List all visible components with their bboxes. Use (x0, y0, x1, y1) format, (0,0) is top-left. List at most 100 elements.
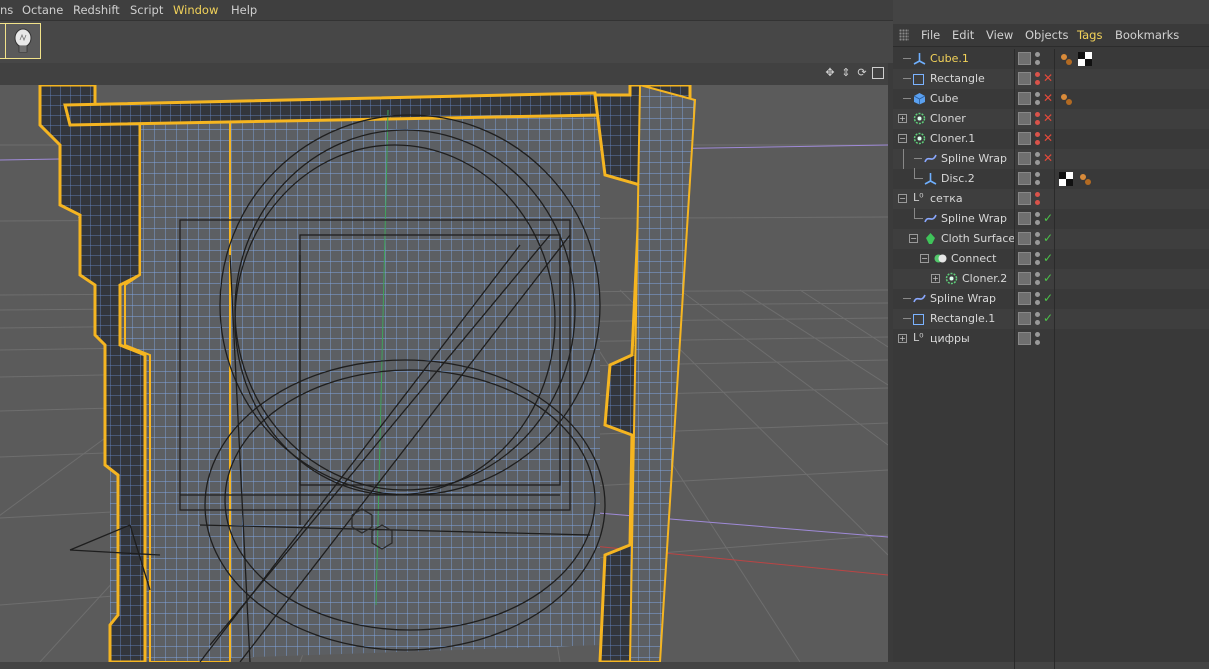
spline-wrap-icon (924, 214, 937, 223)
cloner-icon (913, 132, 926, 145)
menu-redshift[interactable]: Redshift (73, 3, 120, 17)
material-tag-icon[interactable] (1078, 172, 1092, 186)
visibility-dots[interactable] (1035, 172, 1040, 186)
expand-toggle[interactable]: − (909, 234, 918, 243)
editor-visibility-icon[interactable] (1018, 152, 1031, 165)
visibility-dots[interactable] (1035, 112, 1040, 126)
vertical-move-icon[interactable]: ⇕ (840, 67, 852, 79)
menu-script[interactable]: Script (130, 3, 163, 17)
object-row-spline-wrap-3[interactable]: Spline Wrap ✓ (893, 289, 1209, 309)
main-menubar: ns Octane Redshift Script Window Help (0, 0, 893, 21)
menu-window[interactable]: Window (173, 3, 218, 17)
om-menu-edit[interactable]: Edit (952, 28, 974, 42)
editor-visibility-icon[interactable] (1018, 172, 1031, 185)
light-object-button[interactable] (5, 23, 41, 59)
object-row-cube[interactable]: Cube ✕ (893, 89, 1209, 109)
editor-visibility-icon[interactable] (1018, 312, 1031, 325)
visibility-dots[interactable] (1035, 212, 1040, 226)
object-row-setka[interactable]: − L⁰ сетка (893, 189, 1209, 209)
editor-visibility-icon[interactable] (1018, 192, 1031, 205)
editor-visibility-icon[interactable] (1018, 212, 1031, 225)
menu-help[interactable]: Help (231, 3, 257, 17)
object-row-connect[interactable]: − Connect ✓ (893, 249, 1209, 269)
object-row-rectangle[interactable]: Rectangle ✕ (893, 69, 1209, 89)
object-row-cloth-surface[interactable]: − Cloth Surface ✓ (893, 229, 1209, 249)
om-menu-bookmarks[interactable]: Bookmarks (1115, 28, 1179, 42)
editor-visibility-icon[interactable] (1018, 252, 1031, 265)
expand-toggle[interactable]: − (898, 134, 907, 143)
object-row-cloner-1[interactable]: − Cloner.1 ✕ (893, 129, 1209, 149)
object-row-cloner-2[interactable]: + Cloner.2 ✓ (893, 269, 1209, 289)
om-menu-tags[interactable]: Tags (1077, 28, 1102, 42)
editor-visibility-icon[interactable] (1018, 132, 1031, 145)
enabled-check-icon[interactable]: ✓ (1043, 311, 1053, 325)
object-row-rectangle-1[interactable]: Rectangle.1 ✓ (893, 309, 1209, 329)
disabled-x-icon[interactable]: ✕ (1043, 111, 1053, 125)
editor-visibility-icon[interactable] (1018, 52, 1031, 65)
main-toolbar (0, 21, 893, 63)
visibility-dots[interactable] (1035, 252, 1040, 266)
expand-toggle[interactable]: + (931, 274, 940, 283)
visibility-dots[interactable] (1035, 72, 1040, 86)
object-row-cloner[interactable]: + Cloner ✕ (893, 109, 1209, 129)
visibility-dots[interactable] (1035, 272, 1040, 286)
object-row-spline-wrap[interactable]: Spline Wrap ✕ (893, 149, 1209, 169)
visibility-dots[interactable] (1035, 152, 1040, 166)
null-object-icon: L⁰ (913, 191, 924, 204)
rectangle-spline-icon (913, 314, 924, 325)
editor-visibility-icon[interactable] (1018, 92, 1031, 105)
spline-wrap-icon (913, 294, 926, 303)
om-menu-objects[interactable]: Objects (1025, 28, 1068, 42)
visibility-dots[interactable] (1035, 312, 1040, 326)
menu-ns[interactable]: ns (0, 3, 13, 17)
visibility-dots[interactable] (1035, 92, 1040, 106)
3d-viewport[interactable] (0, 85, 888, 662)
enabled-check-icon[interactable]: ✓ (1043, 291, 1053, 305)
expand-toggle[interactable]: − (920, 254, 929, 263)
maximize-view-icon[interactable] (872, 67, 884, 79)
visibility-dots[interactable] (1035, 332, 1040, 346)
visibility-dots[interactable] (1035, 292, 1040, 306)
disabled-x-icon[interactable]: ✕ (1043, 151, 1053, 165)
visibility-dots[interactable] (1035, 232, 1040, 246)
enabled-check-icon[interactable]: ✓ (1043, 231, 1053, 245)
disabled-x-icon[interactable]: ✕ (1043, 91, 1053, 105)
material-tag-icon[interactable] (1059, 52, 1073, 66)
object-list: Cube.1 Rectangle ✕ Cube ✕ + Cloner ✕ − C… (893, 49, 1209, 669)
disabled-x-icon[interactable]: ✕ (1043, 131, 1053, 145)
editor-visibility-icon[interactable] (1018, 72, 1031, 85)
object-manager-panel: File Edit View Objects Tags Bookmarks Cu… (893, 24, 1209, 669)
object-list-empty-area[interactable] (893, 349, 1209, 669)
object-row-disc-2[interactable]: Disc.2 (893, 168, 1209, 189)
enabled-check-icon[interactable]: ✓ (1043, 211, 1053, 225)
expand-toggle[interactable]: − (898, 194, 907, 203)
object-row-cube-1[interactable]: Cube.1 (893, 49, 1209, 69)
expand-toggle[interactable]: + (898, 334, 907, 343)
editor-visibility-icon[interactable] (1018, 292, 1031, 305)
null-axis-icon (924, 173, 937, 185)
disabled-x-icon[interactable]: ✕ (1043, 71, 1053, 85)
panel-grip-icon[interactable] (899, 29, 909, 41)
enabled-check-icon[interactable]: ✓ (1043, 251, 1053, 265)
object-manager-menubar: File Edit View Objects Tags Bookmarks (893, 24, 1209, 47)
connect-icon (934, 254, 947, 263)
object-row-spline-wrap-2[interactable]: Spline Wrap ✓ (893, 208, 1209, 229)
visibility-dots[interactable] (1035, 52, 1040, 66)
expand-toggle[interactable]: + (898, 114, 907, 123)
object-row-tsifry[interactable]: + L⁰ цифры (893, 329, 1209, 349)
om-menu-view[interactable]: View (986, 28, 1013, 42)
texture-tag-icon[interactable] (1078, 52, 1092, 66)
visibility-dots[interactable] (1035, 132, 1040, 146)
editor-visibility-icon[interactable] (1018, 332, 1031, 345)
editor-visibility-icon[interactable] (1018, 112, 1031, 125)
move-view-icon[interactable]: ✥ (824, 67, 836, 79)
visibility-dots[interactable] (1035, 192, 1040, 206)
om-menu-file[interactable]: File (921, 28, 940, 42)
texture-tag-icon[interactable] (1059, 172, 1073, 186)
editor-visibility-icon[interactable] (1018, 232, 1031, 245)
enabled-check-icon[interactable]: ✓ (1043, 271, 1053, 285)
editor-visibility-icon[interactable] (1018, 272, 1031, 285)
material-tag-icon[interactable] (1059, 92, 1073, 106)
menu-octane[interactable]: Octane (22, 3, 63, 17)
rotate-view-icon[interactable]: ⟳ (856, 67, 868, 79)
